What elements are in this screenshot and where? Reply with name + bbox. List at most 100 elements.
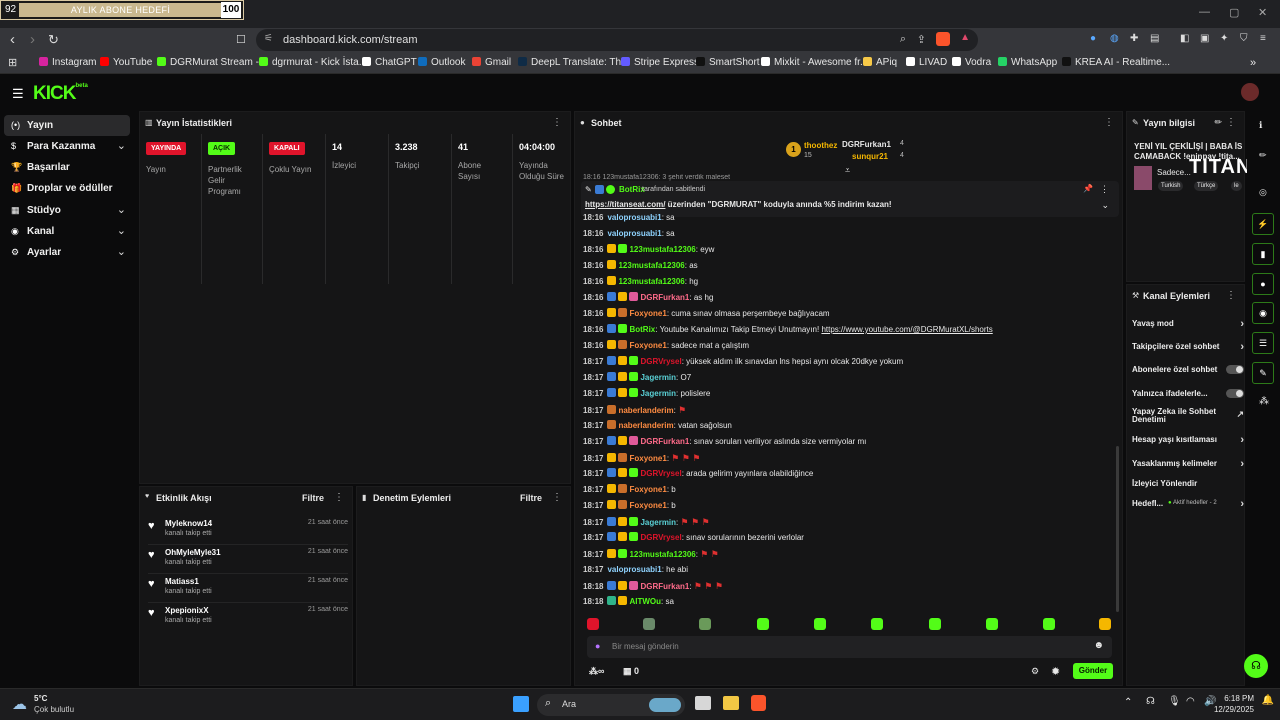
site-settings-icon[interactable]: ⚟ bbox=[264, 33, 273, 44]
ai-icon[interactable]: ✦ bbox=[1220, 33, 1228, 44]
chat-input[interactable]: ● Bir mesaj gönderin ☻ bbox=[587, 636, 1112, 658]
bookmark-gmail[interactable]: Gmail bbox=[472, 57, 511, 68]
more-bookmarks-icon[interactable]: » bbox=[1250, 57, 1256, 69]
emote-icon[interactable] bbox=[643, 618, 655, 630]
minimize-icon[interactable]: — bbox=[1199, 6, 1210, 18]
bookmark-whatsapp[interactable]: WhatsApp bbox=[998, 57, 1057, 68]
bookmark-chatgpt[interactable]: ChatGPT bbox=[362, 57, 417, 68]
more-options-icon[interactable]: ⋮ bbox=[552, 492, 562, 503]
more-options-icon[interactable]: ⋮ bbox=[552, 117, 562, 128]
username[interactable]: DGRFurkan1 bbox=[640, 437, 689, 446]
sidebar-item-para-kazanma[interactable]: $ Para Kazanma ⌄ bbox=[4, 136, 130, 157]
sidebar-icon[interactable]: ◧ bbox=[1180, 33, 1189, 44]
bookmark-krea[interactable]: KREA AI - Realtime... bbox=[1062, 57, 1170, 68]
mic-icon[interactable]: 🎙 bbox=[1168, 696, 1181, 707]
apps-icon[interactable]: ⊞ bbox=[8, 56, 17, 69]
bookmark-livad[interactable]: LIVAD bbox=[906, 57, 947, 68]
pinned-link[interactable]: https://titanseat.com/ bbox=[585, 200, 665, 209]
emoji-icon[interactable]: ☻ bbox=[1093, 640, 1104, 651]
chat-bubble-icon[interactable]: ● bbox=[1252, 273, 1274, 295]
username[interactable]: 123mustafa12306 bbox=[618, 277, 684, 286]
broadcast-icon[interactable]: ◉ bbox=[1252, 302, 1274, 324]
address-bar[interactable]: ⚟ dashboard.kick.com/stream ⌕ ⇪ ▲ bbox=[256, 29, 978, 51]
emote-icon[interactable] bbox=[814, 618, 826, 630]
avatar[interactable] bbox=[1241, 83, 1259, 101]
hamburger-icon[interactable]: ☰ bbox=[12, 86, 24, 102]
username[interactable]: DGRVrysel bbox=[640, 469, 681, 478]
gift-display[interactable]: ▦ 0 bbox=[623, 666, 639, 677]
emote-icon[interactable] bbox=[699, 618, 711, 630]
support-icon[interactable]: ☊ bbox=[1244, 654, 1268, 678]
shield-icon[interactable]: ⛉ bbox=[1240, 33, 1248, 44]
bookmark-deepl[interactable]: DeepL Translate: Th... bbox=[518, 57, 629, 68]
maximize-icon[interactable]: ▢ bbox=[1229, 6, 1239, 19]
tag[interactable]: Turkish bbox=[1158, 181, 1184, 191]
action-izleyici-yonlendir[interactable]: İzleyici Yönlendir bbox=[1132, 479, 1244, 497]
wrench-icon[interactable]: ✎ bbox=[1252, 362, 1274, 384]
share-icon[interactable]: ⁂ bbox=[1259, 396, 1269, 407]
username[interactable]: naberlanderim bbox=[618, 406, 673, 415]
more-options-icon[interactable]: ⋮ bbox=[1226, 290, 1236, 301]
username[interactable]: 123mustafa12306 bbox=[629, 245, 695, 254]
tag[interactable]: le bbox=[1231, 181, 1242, 191]
back-icon[interactable]: ‹ bbox=[10, 31, 15, 48]
username[interactable]: Foxyone1 bbox=[629, 501, 666, 510]
username[interactable]: Foxyone1 bbox=[629, 309, 666, 318]
mic-icon[interactable]: ● bbox=[595, 641, 600, 651]
action-hesap-yasi[interactable]: Hesap yaşı kısıtlaması › bbox=[1132, 434, 1244, 453]
action-hedefler[interactable]: Hedefl... ● Aktif hedefler - 2 › bbox=[1132, 498, 1244, 517]
bookmark-apiq[interactable]: APiq bbox=[863, 57, 897, 68]
wallet-icon[interactable]: ▣ bbox=[1200, 33, 1209, 44]
username[interactable]: DGRVrysel bbox=[640, 533, 681, 542]
action-takipci-sohbet[interactable]: Takipçilere özel sohbet › bbox=[1132, 341, 1244, 360]
emote-icon[interactable] bbox=[871, 618, 883, 630]
more-options-icon[interactable]: ⋮ bbox=[1104, 117, 1114, 128]
more-options-icon[interactable]: ⋮ bbox=[1226, 117, 1236, 128]
username[interactable]: Foxyone1 bbox=[629, 454, 666, 463]
username[interactable]: naberlanderim bbox=[618, 421, 673, 430]
wifi-icon[interactable]: ◠ bbox=[1186, 696, 1195, 707]
edit-icon[interactable]: ✏ bbox=[1214, 117, 1222, 128]
bookmark-youtube[interactable]: YouTube bbox=[100, 57, 152, 68]
windows-start-icon[interactable] bbox=[513, 696, 529, 712]
chevron-down-icon[interactable]: ⌄ bbox=[1101, 200, 1109, 211]
tag[interactable]: Türkçe bbox=[1194, 181, 1219, 191]
send-button[interactable]: Gönder bbox=[1073, 663, 1113, 679]
username[interactable]: Foxyone1 bbox=[629, 341, 666, 350]
filter-button[interactable]: Filtre bbox=[520, 493, 542, 503]
edit-icon[interactable]: ✏ bbox=[1259, 150, 1267, 161]
share-icon[interactable]: ⇪ bbox=[917, 33, 926, 46]
toggle-switch[interactable] bbox=[1226, 389, 1244, 398]
emote-icon[interactable] bbox=[1043, 618, 1055, 630]
emote-icon[interactable] bbox=[1099, 618, 1111, 630]
expand-icon[interactable]: ⩡ bbox=[845, 165, 850, 176]
username[interactable]: DGRFurkan1 bbox=[640, 293, 689, 302]
task-view-icon[interactable] bbox=[695, 696, 711, 710]
emote-icon[interactable] bbox=[587, 618, 599, 630]
emote-icon[interactable] bbox=[986, 618, 998, 630]
headset-icon[interactable]: ☊ bbox=[1146, 696, 1155, 707]
username[interactable]: BotRix bbox=[629, 325, 655, 334]
action-yavas-mod[interactable]: Yavaş mod › bbox=[1132, 318, 1244, 337]
gear-icon[interactable]: ⚙ bbox=[1031, 666, 1039, 677]
action-yasak-kelimeler[interactable]: Yasaklanmış kelimeler › bbox=[1132, 458, 1244, 477]
reload-icon[interactable]: ↻ bbox=[48, 32, 59, 48]
lightning-icon[interactable]: ⚡ bbox=[1252, 213, 1274, 235]
document-icon[interactable]: ▮ bbox=[1252, 243, 1274, 265]
bookmark-kick[interactable]: dgrmurat - Kick İsta... bbox=[259, 57, 367, 68]
info-icon[interactable]: ℹ bbox=[1259, 120, 1262, 131]
list-icon[interactable]: ☰ bbox=[1252, 332, 1274, 354]
username[interactable]: valoprosuabi1 bbox=[607, 565, 661, 574]
target-icon[interactable]: ◎ bbox=[1259, 187, 1267, 198]
chat-scrollbar[interactable] bbox=[1116, 446, 1119, 612]
kick-logo[interactable]: KICKbeta bbox=[33, 83, 88, 105]
extensions-icon[interactable]: ✚ bbox=[1130, 33, 1138, 44]
chevron-up-icon[interactable]: ⌃ bbox=[1124, 697, 1132, 708]
action-yalnizca-ifadeler[interactable]: Yalnızca ifadelerle... bbox=[1132, 389, 1244, 407]
emote-icon[interactable] bbox=[757, 618, 769, 630]
close-icon[interactable]: ✕ bbox=[1258, 6, 1267, 19]
message-link[interactable]: https://www.youtube.com/@DGRMuratXL/shor… bbox=[821, 325, 992, 334]
brave-browser-icon[interactable] bbox=[751, 695, 766, 711]
username[interactable]: Jagermin bbox=[640, 389, 676, 398]
file-explorer-icon[interactable] bbox=[723, 696, 739, 710]
